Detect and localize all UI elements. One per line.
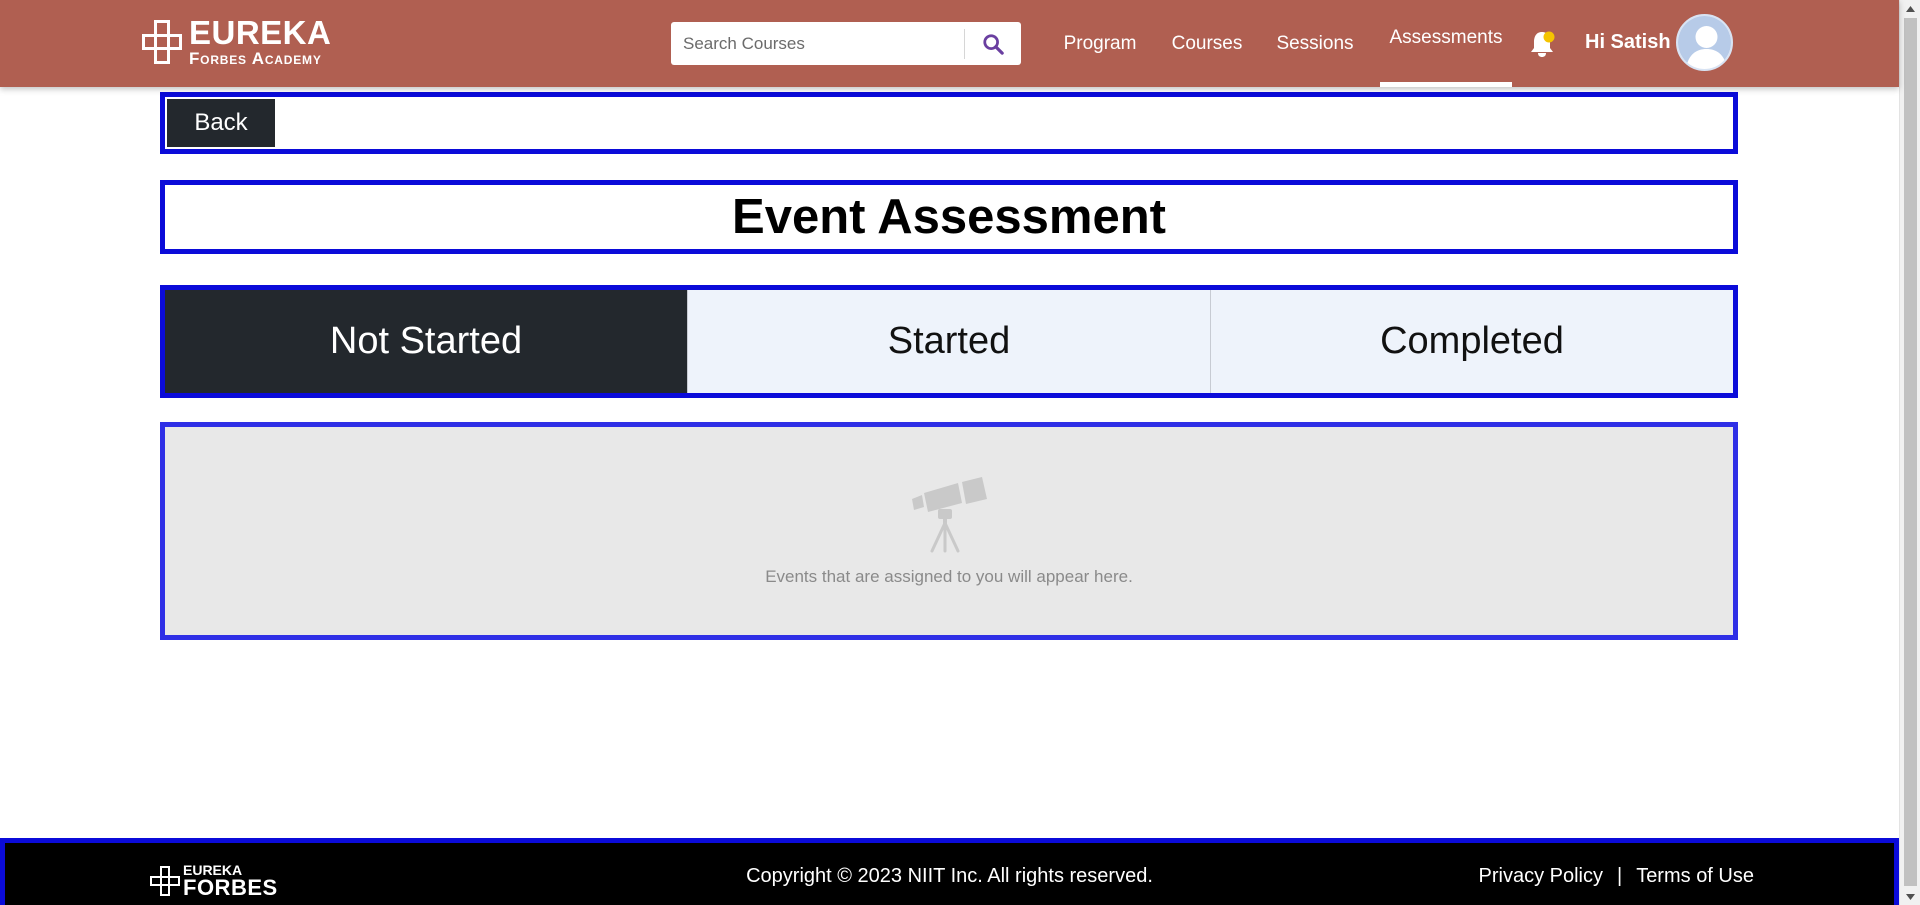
logo-top-text: EUREKA bbox=[189, 14, 332, 51]
page-scrollbar[interactable] bbox=[1899, 0, 1920, 905]
scrollbar-thumb[interactable] bbox=[1904, 18, 1917, 886]
nav-sessions[interactable]: Sessions bbox=[1268, 0, 1362, 87]
status-tabs: Not Started Started Completed bbox=[160, 285, 1738, 398]
search-bar bbox=[671, 22, 1021, 65]
search-icon bbox=[983, 33, 1004, 55]
nav-program-label: Program bbox=[1063, 32, 1137, 54]
nav-sessions-label: Sessions bbox=[1276, 32, 1354, 54]
search-input[interactable] bbox=[671, 22, 964, 65]
top-header: EUREKA Forbes Academy Program Courses Se… bbox=[0, 0, 1899, 87]
empty-state-panel: Events that are assigned to you will app… bbox=[160, 422, 1738, 640]
bell-icon bbox=[1531, 31, 1555, 57]
search-button[interactable] bbox=[965, 22, 1021, 65]
back-bar: Back bbox=[160, 92, 1738, 154]
viewport: EUREKA Forbes Academy Program Courses Se… bbox=[0, 0, 1920, 905]
tab-started[interactable]: Started bbox=[688, 290, 1211, 393]
nav-assessments[interactable]: Assessments bbox=[1380, 0, 1512, 87]
user-avatar-icon bbox=[1678, 16, 1731, 69]
scroll-up-button[interactable] bbox=[1900, 0, 1920, 17]
scroll-down-arrow-icon bbox=[1906, 893, 1915, 900]
user-avatar[interactable] bbox=[1676, 14, 1733, 71]
footer-links: Privacy Policy | Terms of Use bbox=[1479, 865, 1755, 888]
nav-courses-label: Courses bbox=[1171, 32, 1243, 54]
empty-state-message: Events that are assigned to you will app… bbox=[765, 567, 1133, 586]
tab-completed[interactable]: Completed bbox=[1211, 290, 1733, 393]
footer-link-separator: | bbox=[1616, 865, 1623, 887]
back-button[interactable]: Back bbox=[167, 99, 275, 147]
privacy-policy-link[interactable]: Privacy Policy bbox=[1479, 865, 1603, 888]
nav-assessments-label: Assessments bbox=[1389, 27, 1503, 48]
nav-courses[interactable]: Courses bbox=[1165, 0, 1249, 87]
footer: EUREKA FORBES Copyright © 2023 NIIT Inc.… bbox=[0, 838, 1899, 905]
notification-button[interactable] bbox=[1528, 29, 1556, 59]
user-greeting: Hi Satish bbox=[1585, 31, 1671, 53]
page-title: Event Assessment bbox=[732, 189, 1166, 244]
logo-bottom-text: Forbes Academy bbox=[189, 49, 322, 68]
scroll-up-arrow-icon bbox=[1906, 5, 1915, 12]
tab-not-started[interactable]: Not Started bbox=[165, 290, 688, 393]
title-bar: Event Assessment bbox=[160, 180, 1738, 254]
scroll-down-button[interactable] bbox=[1900, 888, 1920, 905]
eureka-forbes-academy-logo[interactable]: EUREKA Forbes Academy bbox=[140, 16, 331, 67]
terms-of-use-link[interactable]: Terms of Use bbox=[1636, 865, 1754, 888]
cross-logo-icon bbox=[140, 18, 185, 66]
nav-program[interactable]: Program bbox=[1054, 0, 1146, 87]
telescope-icon bbox=[912, 477, 987, 553]
